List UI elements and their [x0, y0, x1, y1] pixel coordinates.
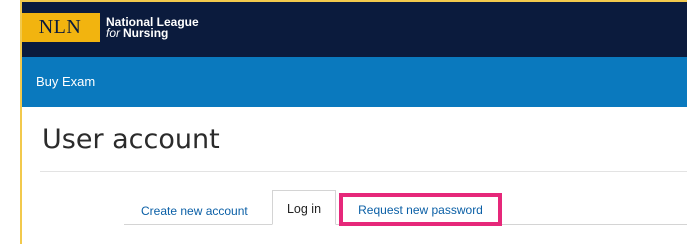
page-title: User account — [42, 124, 220, 155]
browser-viewport: NLN National League for Nursing Buy Exam … — [0, 0, 687, 244]
logo-line2-main: Nursing — [123, 26, 169, 40]
main-nav-bar: Buy Exam — [20, 57, 687, 107]
logo-line2: for Nursing — [106, 26, 199, 40]
tab-log-in[interactable]: Log in — [272, 190, 336, 225]
tab-create-new-account[interactable]: Create new account — [141, 204, 248, 218]
logo-mark: NLN — [38, 16, 82, 38]
logo-wordmark[interactable]: National League for Nursing — [106, 16, 199, 40]
title-divider — [40, 171, 687, 172]
nav-item-buy-exam[interactable]: Buy Exam — [36, 74, 95, 89]
logo-line2-prefix: for — [106, 26, 121, 40]
tab-request-new-password[interactable]: Request new password — [339, 193, 502, 226]
nln-logo[interactable]: NLN — [20, 13, 100, 42]
